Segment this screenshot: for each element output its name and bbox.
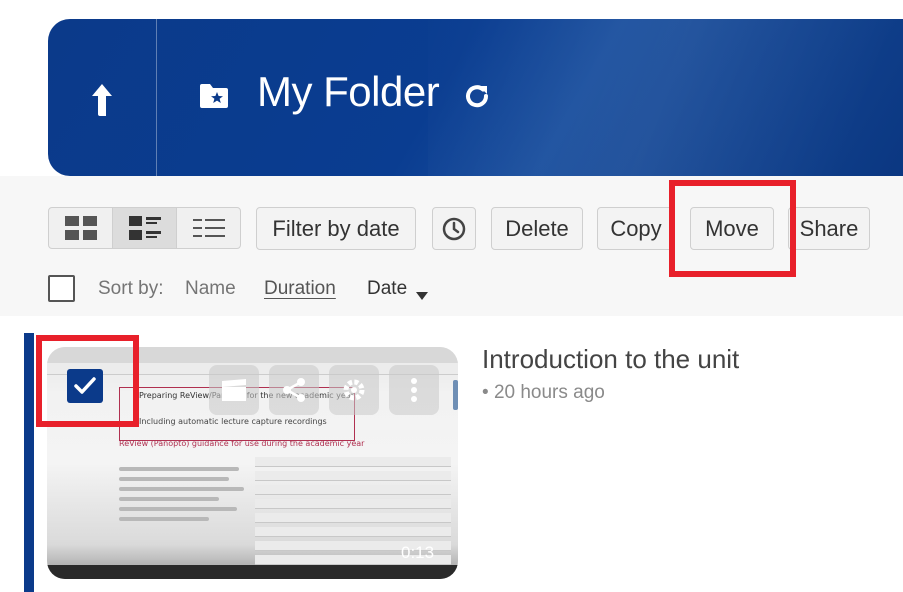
thumb-text-line xyxy=(119,467,239,471)
view-switcher xyxy=(48,207,241,249)
duration-label: 0:13 xyxy=(401,543,435,562)
bullet-icon: • xyxy=(482,382,489,403)
up-arrow-icon[interactable] xyxy=(86,80,118,120)
session-date: 20 hours ago xyxy=(493,382,605,403)
move-highlight xyxy=(669,180,796,277)
thumb-taskbar xyxy=(47,565,458,579)
sort-name[interactable]: Name xyxy=(185,278,236,300)
thumb-doc-subtitle: Including automatic lecture capture reco… xyxy=(139,417,327,426)
share-button[interactable]: Share xyxy=(788,207,870,250)
thumbnail-scroll-indicator xyxy=(453,380,458,410)
more-vertical-icon[interactable] xyxy=(389,365,439,415)
caret-down-icon xyxy=(416,285,428,304)
thumb-text-line xyxy=(119,477,229,481)
detail-view-icon[interactable] xyxy=(113,208,177,248)
share-icon[interactable] xyxy=(269,365,319,415)
delete-button[interactable]: Delete xyxy=(491,207,583,250)
sort-date[interactable]: Date xyxy=(367,278,407,300)
thumb-text-line xyxy=(119,487,244,491)
thumb-text-line xyxy=(119,507,237,511)
thumb-text-line xyxy=(119,497,219,501)
page-title: My Folder xyxy=(257,68,440,115)
sort-by-label: Sort by: xyxy=(98,278,164,299)
select-all-checkbox[interactable] xyxy=(48,275,75,302)
session-meta: • 20 hours ago xyxy=(482,382,605,404)
copy-button[interactable]: Copy xyxy=(597,207,675,250)
header-divider xyxy=(156,19,157,176)
refresh-icon[interactable] xyxy=(462,82,492,112)
folder-star-icon xyxy=(198,82,230,110)
clock-icon[interactable] xyxy=(432,207,476,250)
settings-gear-icon[interactable] xyxy=(329,365,379,415)
session-title[interactable]: Introduction to the unit xyxy=(482,344,739,375)
checkbox-highlight xyxy=(36,335,139,427)
thumb-doc-section: ReView (Panopto) guidance for use during… xyxy=(119,439,365,448)
list-view-icon[interactable] xyxy=(177,208,240,248)
edit-clapper-icon[interactable] xyxy=(209,365,259,415)
filter-by-date-button[interactable]: Filter by date xyxy=(256,207,416,250)
selected-indicator xyxy=(24,333,34,592)
tile-view-icon[interactable] xyxy=(49,208,113,248)
sort-duration[interactable]: Duration xyxy=(264,278,336,300)
thumb-text-line xyxy=(119,517,209,521)
